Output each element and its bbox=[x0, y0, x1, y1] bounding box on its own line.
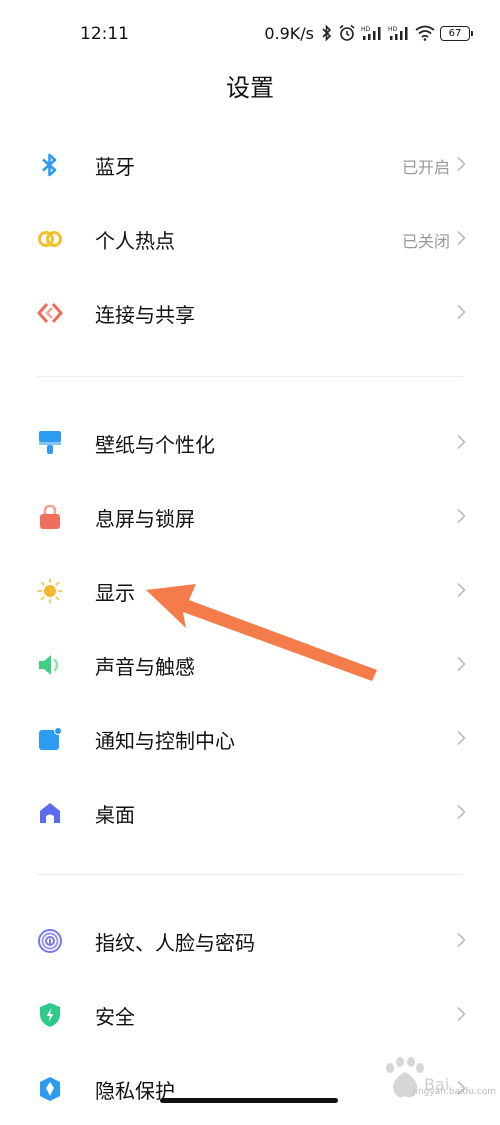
settings-item-label: 桌面 bbox=[95, 803, 135, 827]
svg-text:HD: HD bbox=[388, 26, 398, 33]
settings-item-sound[interactable]: 声音与触感 bbox=[0, 627, 500, 701]
privacy-icon bbox=[37, 1076, 63, 1102]
settings-item-label: 声音与触感 bbox=[95, 655, 195, 679]
fingerprint-icon bbox=[37, 928, 63, 954]
settings-item-notifications[interactable]: 通知与控制中心 bbox=[0, 701, 500, 775]
chevron-right-icon bbox=[457, 434, 466, 450]
lock-icon bbox=[37, 504, 63, 530]
settings-group-connectivity: 蓝牙 已开启 个人热点 已关闭 连接与共享 bbox=[0, 127, 500, 349]
settings-item-fingerprint[interactable]: 指纹、人脸与密码 bbox=[0, 903, 500, 977]
hd-signal-icon: HD bbox=[388, 26, 408, 40]
connection-share-icon bbox=[37, 300, 63, 326]
chevron-right-icon bbox=[457, 230, 466, 246]
chevron-right-icon bbox=[457, 304, 466, 320]
settings-item-hotspot[interactable]: 个人热点 已关闭 bbox=[0, 201, 500, 275]
settings-item-connection-share[interactable]: 连接与共享 bbox=[0, 275, 500, 349]
status-bar: 12:11 0.9K/s HD HD 67 bbox=[0, 0, 500, 64]
settings-item-security[interactable]: 安全 bbox=[0, 977, 500, 1051]
speaker-icon bbox=[37, 652, 63, 678]
settings-item-value: 已开启 bbox=[401, 158, 450, 177]
shield-icon bbox=[37, 1002, 63, 1028]
settings-item-label: 连接与共享 bbox=[95, 303, 195, 327]
section-divider bbox=[37, 874, 463, 875]
wallpaper-brush-icon bbox=[37, 430, 63, 456]
settings-item-label: 个人热点 bbox=[95, 229, 175, 253]
settings-item-lock-screen[interactable]: 息屏与锁屏 bbox=[0, 479, 500, 553]
chevron-right-icon bbox=[457, 1006, 466, 1022]
status-time: 12:11 bbox=[80, 24, 129, 44]
home-indicator[interactable] bbox=[160, 1098, 338, 1103]
settings-item-wallpaper[interactable]: 壁纸与个性化 bbox=[0, 405, 500, 479]
bluetooth-icon bbox=[322, 24, 332, 42]
chevron-right-icon bbox=[457, 508, 466, 524]
chevron-right-icon bbox=[457, 932, 466, 948]
settings-item-label: 指纹、人脸与密码 bbox=[95, 931, 255, 955]
settings-item-label: 通知与控制中心 bbox=[95, 729, 235, 753]
settings-group-personalization: 壁纸与个性化 息屏与锁屏 显示 声音与触感 通知与控制中心 桌面 bbox=[0, 405, 500, 849]
home-icon bbox=[37, 800, 63, 826]
battery-level: 67 bbox=[448, 27, 462, 39]
settings-item-label: 壁纸与个性化 bbox=[95, 433, 215, 457]
chevron-right-icon bbox=[457, 656, 466, 672]
bluetooth-icon bbox=[37, 152, 63, 178]
section-divider bbox=[37, 376, 463, 377]
battery-icon: 67 bbox=[440, 25, 473, 41]
hotspot-icon bbox=[37, 226, 63, 252]
alarm-icon bbox=[339, 24, 355, 41]
sun-icon bbox=[37, 578, 63, 604]
svg-text:HD: HD bbox=[361, 26, 371, 33]
settings-item-bluetooth[interactable]: 蓝牙 已开启 bbox=[0, 127, 500, 201]
settings-item-label: 蓝牙 bbox=[95, 155, 135, 179]
status-indicators: 0.9K/s HD HD 67 bbox=[264, 22, 473, 44]
notification-icon bbox=[37, 726, 63, 752]
baidu-watermark-logo: Bai bbox=[386, 1057, 449, 1098]
chevron-right-icon bbox=[457, 582, 466, 598]
network-speed: 0.9K/s bbox=[264, 23, 314, 43]
settings-item-desktop[interactable]: 桌面 bbox=[0, 775, 500, 849]
wifi-icon bbox=[415, 25, 435, 41]
chevron-right-icon bbox=[457, 730, 466, 746]
chevron-right-icon bbox=[457, 156, 466, 172]
settings-item-label: 息屏与锁屏 bbox=[95, 507, 195, 531]
settings-item-display[interactable]: 显示 bbox=[0, 553, 500, 627]
watermark-text: jingyan.baidu.com bbox=[412, 1087, 496, 1097]
chevron-right-icon bbox=[457, 804, 466, 820]
settings-item-value: 已关闭 bbox=[401, 232, 450, 251]
page-title: 设置 bbox=[226, 74, 274, 102]
hd-signal-icon: HD bbox=[361, 26, 381, 40]
settings-item-label: 安全 bbox=[95, 1005, 135, 1029]
settings-item-label: 显示 bbox=[95, 581, 135, 605]
